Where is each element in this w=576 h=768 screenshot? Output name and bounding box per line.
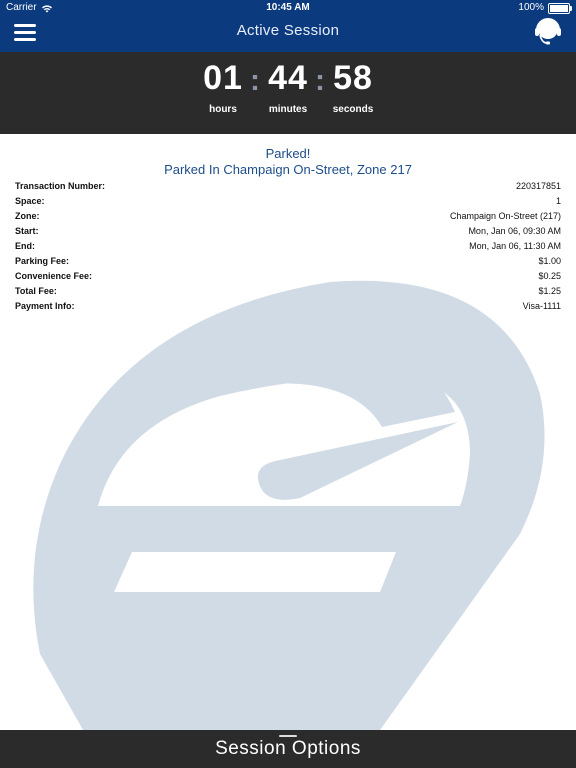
battery-info: 100% <box>518 0 572 16</box>
detail-label: Convenience Fee: <box>15 271 93 281</box>
detail-label: Start: <box>15 226 39 236</box>
detail-row-parking-fee: Parking Fee: $1.00 <box>15 254 561 269</box>
page-title: Active Session <box>236 22 340 39</box>
nav-bar: Active Session <box>0 16 576 52</box>
detail-label: Parking Fee: <box>15 256 70 266</box>
detail-row-zone: Zone: Champaign On-Street (217) <box>15 209 561 224</box>
detail-label: Space: <box>15 196 45 206</box>
seconds-unit: 58 seconds <box>323 58 383 115</box>
seconds-label: seconds <box>332 104 374 115</box>
hours-unit: 01 hours <box>193 58 253 115</box>
battery-icon <box>548 2 572 14</box>
detail-label: Total Fee: <box>15 286 57 296</box>
detail-label: End: <box>15 241 35 251</box>
detail-value: 1 <box>555 196 561 206</box>
parking-status: Parked! <box>265 146 311 161</box>
detail-row-convenience-fee: Convenience Fee: $0.25 <box>15 269 561 284</box>
detail-label: Transaction Number: <box>15 181 106 191</box>
detail-value: Mon, Jan 06, 09:30 AM <box>468 226 561 236</box>
detail-value: Champaign On-Street (217) <box>449 211 561 221</box>
session-options-label: Session Options <box>215 738 361 759</box>
detail-row-payment-info: Payment Info: Visa-1111 <box>15 299 561 314</box>
detail-value: $0.25 <box>538 271 561 281</box>
status-bar: Carrier 10:45 AM 100% <box>0 0 576 16</box>
hours-label: hours <box>209 104 237 115</box>
detail-value: 220317851 <box>515 181 561 191</box>
seconds-value: 58 <box>333 59 373 97</box>
detail-value: Mon, Jan 06, 11:30 AM <box>469 241 561 251</box>
detail-label: Zone: <box>15 211 40 221</box>
detail-row-end: End: Mon, Jan 06, 11:30 AM <box>15 239 561 254</box>
headset-icon[interactable] <box>534 16 562 48</box>
hours-value: 01 <box>203 59 243 97</box>
detail-row-start: Start: Mon, Jan 06, 09:30 AM <box>15 224 561 239</box>
minutes-label: minutes <box>268 104 308 115</box>
battery-percent: 100% <box>518 2 544 13</box>
detail-label: Payment Info: <box>15 301 75 311</box>
detail-row-transaction-number: Transaction Number: 220317851 <box>15 179 561 194</box>
session-timer: 01 hours : 44 minutes : 58 seconds <box>0 52 576 134</box>
transaction-details: Transaction Number: 220317851 Space: 1 Z… <box>15 179 561 314</box>
detail-row-space: Space: 1 <box>15 194 561 209</box>
parking-location: Parked In Champaign On-Street, Zone 217 <box>164 162 412 177</box>
drawer-handle[interactable] <box>279 735 297 737</box>
session-options-button[interactable]: Session Options <box>0 730 576 768</box>
detail-value: $1.25 <box>538 286 561 296</box>
minutes-unit: 44 minutes <box>258 58 318 115</box>
detail-value: Visa-1111 <box>522 301 561 311</box>
detail-value: $1.00 <box>538 256 561 266</box>
session-details-panel: Parked! Parked In Champaign On-Street, Z… <box>0 134 576 730</box>
clock: 10:45 AM <box>266 2 310 13</box>
parking-status-banner: Parked! Parked In Champaign On-Street, Z… <box>0 146 576 178</box>
minutes-value: 44 <box>268 59 308 97</box>
detail-row-total-fee: Total Fee: $1.25 <box>15 284 561 299</box>
top-bar: Carrier 10:45 AM 100% Active Session <box>0 0 576 52</box>
